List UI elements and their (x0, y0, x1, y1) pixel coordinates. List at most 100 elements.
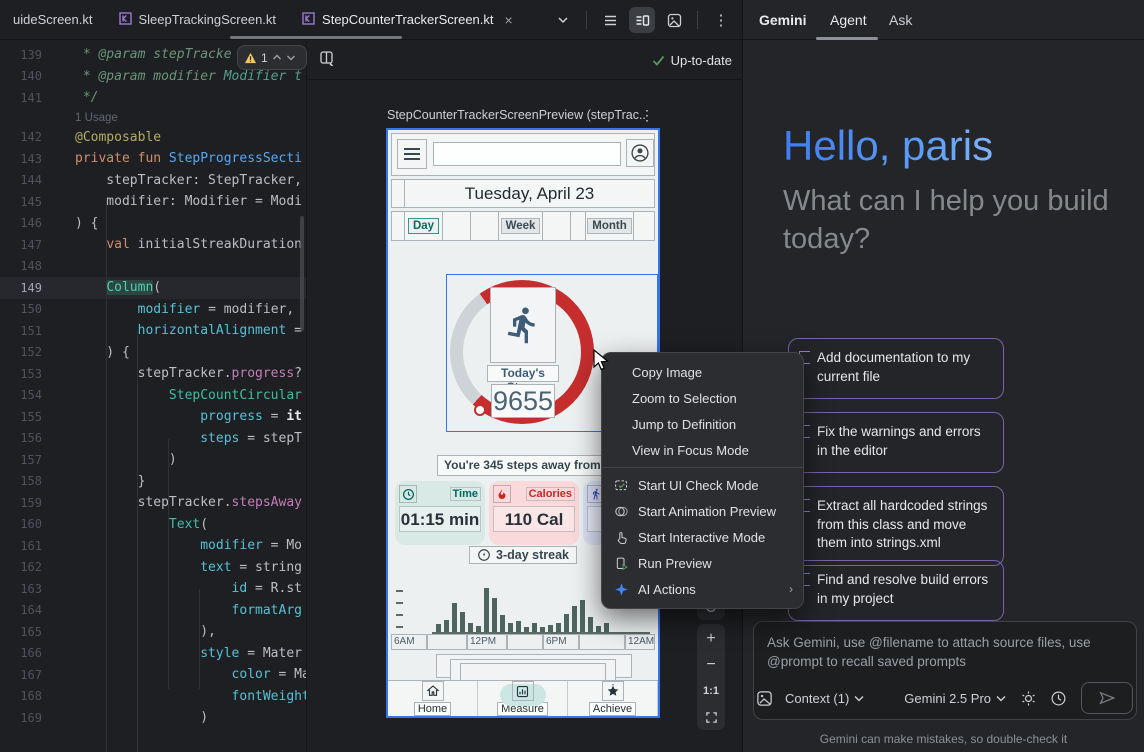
menu-item-label: Start Interactive Mode (638, 530, 765, 545)
zoom-out-button[interactable]: − (697, 652, 725, 678)
line-number: 158 (0, 474, 58, 488)
code-line: 150 modifier = modifier, (0, 299, 306, 321)
editor-only-view-icon[interactable] (597, 7, 623, 33)
ai-icon (612, 582, 630, 597)
chart-bar (516, 621, 521, 632)
tab-ask[interactable]: Ask (889, 12, 912, 28)
gemini-header: Gemini Agent Ask (743, 0, 1144, 40)
line-number: 166 (0, 646, 58, 660)
chart-bar (604, 623, 609, 632)
tab-agent[interactable]: Agent (830, 12, 867, 28)
suggestion-card-2[interactable]: Fix the warnings and errors in the edito… (788, 412, 1004, 473)
preview-only-view-icon[interactable] (661, 7, 687, 33)
code-text: val initialStreakDuration (58, 237, 302, 252)
code-editor[interactable]: 139 * @param stepTracke140 * @param modi… (0, 41, 307, 752)
ui-check-layout-icon[interactable] (319, 50, 335, 71)
editor-tab-1[interactable]: uideScreen.kt (0, 0, 106, 40)
menu-item-copy-image[interactable]: Copy Image (602, 359, 803, 385)
menu-item-view-in-focus-mode[interactable]: View in Focus Mode (602, 437, 803, 463)
fit-to-screen-icon[interactable] (697, 704, 725, 730)
streak-badge: 3-day streak (469, 546, 577, 564)
nav-item-measure[interactable]: Measure (478, 681, 568, 716)
chart-bar (532, 623, 537, 632)
search-input[interactable] (433, 142, 621, 166)
chart-bar (492, 598, 497, 632)
suggestion-card-3[interactable]: Extract all hardcoded strings from this … (788, 486, 1004, 566)
zoom-in-button[interactable]: + (697, 626, 725, 652)
menu-item-start-ui-check-mode[interactable]: Start UI Check Mode (602, 472, 803, 498)
code-line: 153 stepTracker.progress? (0, 363, 306, 385)
steps-value: 9655 (491, 384, 555, 418)
code-line: 149 Column( (0, 277, 306, 299)
gemini-input-toolbar: Context (1) Gemini 2.5 Pro (756, 682, 1133, 714)
menu-item-ai-actions[interactable]: AI Actions› (602, 576, 803, 602)
chevron-down-icon[interactable] (550, 7, 576, 33)
editor-view-controls: ⋮ (550, 0, 734, 40)
line-number: 146 (0, 216, 58, 230)
hamburger-menu-icon[interactable] (397, 139, 427, 169)
menu-item-run-preview[interactable]: Run Preview (602, 550, 803, 576)
menu-item-label: Copy Image (632, 365, 702, 380)
nav-item-achieve[interactable]: Achieve (568, 681, 658, 716)
inspection-widget[interactable]: 1 (237, 45, 307, 70)
send-icon (1099, 691, 1115, 705)
preview-kebab-icon[interactable]: ⋮ (640, 107, 654, 124)
nav-item-home[interactable]: Home (388, 681, 478, 716)
chart-bar (468, 623, 473, 632)
tab-label: SleepTrackingScreen.kt (139, 12, 277, 27)
menu-item-start-interactive-mode[interactable]: Start Interactive Mode (602, 524, 803, 550)
x-tick-label: 6PM (543, 634, 579, 650)
line-number: 161 (0, 539, 58, 553)
menu-item-start-animation-preview[interactable]: Start Animation Preview (602, 498, 803, 524)
tab-strip-scrollbar[interactable] (230, 36, 402, 39)
menu-item-zoom-to-selection[interactable]: Zoom to Selection (602, 385, 803, 411)
code-line: 144 stepTracker: StepTracker, (0, 170, 306, 192)
metric-card-calories[interactable]: Calories110 Cal (489, 481, 579, 545)
x-axis-spacer (427, 634, 467, 650)
tab-month[interactable]: Month (586, 212, 634, 240)
line-number: 150 (0, 302, 58, 316)
x-axis-spacer (507, 634, 543, 650)
close-icon[interactable]: × (505, 12, 513, 28)
progress-handle-dot (474, 404, 486, 416)
code-text: } (58, 474, 145, 489)
account-icon[interactable] (626, 139, 654, 167)
code-line: 146) { (0, 213, 306, 235)
code-line: 152 ) { (0, 342, 306, 364)
attach-image-icon[interactable] (756, 690, 773, 707)
send-button[interactable] (1081, 682, 1133, 714)
editor-scrollbar[interactable] (300, 216, 304, 331)
warning-count: 1 (261, 51, 268, 65)
split-editor-view-icon[interactable] (629, 7, 655, 33)
suggestion-card-1[interactable]: Add documentation to my current file (788, 338, 1004, 399)
line-number: 148 (0, 259, 58, 273)
more-kebab-icon[interactable]: ⋮ (708, 7, 734, 33)
chevron-down-icon (854, 695, 864, 702)
menu-item-label: Zoom to Selection (632, 391, 737, 406)
line-number: 144 (0, 173, 58, 187)
zoom-ratio-button[interactable]: 1:1 (697, 678, 725, 704)
model-selector[interactable]: Gemini 2.5 Pro (904, 691, 1006, 706)
metric-card-time[interactable]: Time01:15 min (395, 481, 485, 545)
settings-gear-icon[interactable] (1020, 690, 1037, 707)
editor-tab-3[interactable]: StepCounterTrackerScreen.kt× (289, 0, 526, 40)
suggestion-text: Extract all hardcoded strings from this … (817, 497, 993, 553)
menu-item-jump-to-definition[interactable]: Jump to Definition (602, 411, 803, 437)
code-line: 158 } (0, 471, 306, 493)
suggestion-text: Add documentation to my current file (817, 349, 993, 386)
prev-chevron-icon[interactable] (272, 53, 282, 62)
context-selector[interactable]: Context (1) (785, 691, 864, 706)
interactive-icon (612, 530, 630, 545)
suggestion-card-4[interactable]: Find and resolve build errors in my proj… (788, 560, 1004, 621)
preview-toolbar: Up-to-date (307, 41, 742, 80)
chart-bar (564, 614, 569, 632)
editor-tab-2[interactable]: SleepTrackingScreen.kt (106, 0, 290, 40)
tab-day[interactable]: Day (405, 212, 443, 240)
next-chevron-icon[interactable] (286, 53, 296, 62)
nav-label: Achieve (589, 702, 636, 716)
usage-hint[interactable]: 1 Usage (75, 112, 118, 124)
history-clock-icon[interactable] (1050, 690, 1067, 707)
steps-label: Today's Steps (487, 365, 559, 382)
divider (586, 11, 587, 29)
tab-week[interactable]: Week (499, 212, 543, 240)
